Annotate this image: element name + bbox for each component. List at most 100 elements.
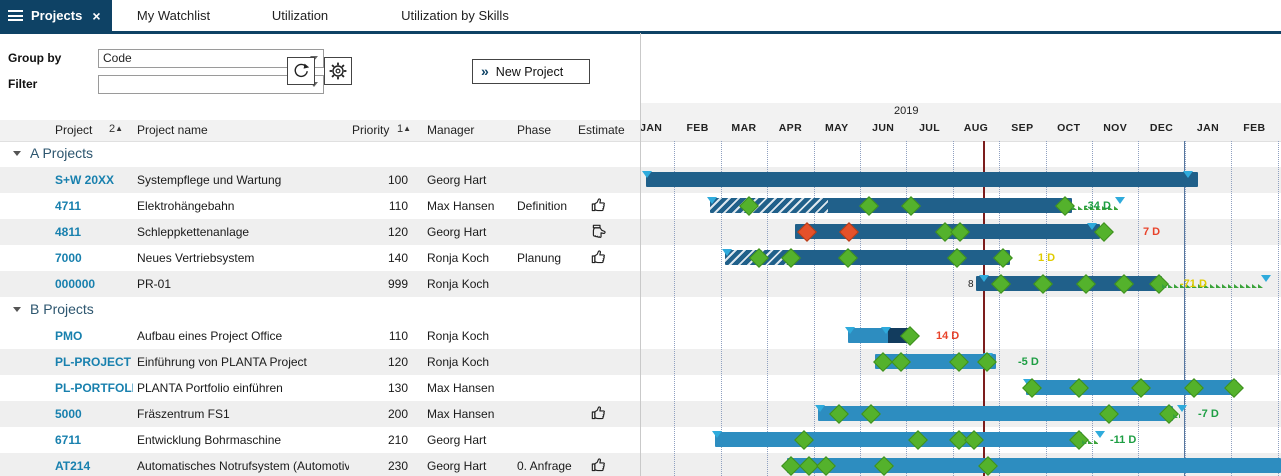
- date-marker-icon: [712, 431, 722, 438]
- project-priority: 999: [340, 277, 408, 291]
- project-code[interactable]: PL-PORTFOLIO: [55, 381, 133, 395]
- month-gridline: [767, 141, 768, 476]
- project-code[interactable]: 4811: [55, 225, 133, 239]
- project-name: Aufbau eines Project Office: [137, 329, 349, 343]
- date-marker-icon: [815, 405, 825, 412]
- planned-hatch-section: [710, 198, 828, 213]
- project-manager: Max Hansen: [427, 199, 515, 213]
- project-manager: Ronja Koch: [427, 329, 515, 343]
- project-name: Schleppkettenanlage: [137, 225, 349, 239]
- project-manager: Ronja Koch: [427, 251, 515, 265]
- group-label: A Projects: [30, 145, 93, 161]
- month-gridline: [814, 141, 815, 476]
- gantt-bar-4711[interactable]: [710, 198, 1072, 213]
- month-gridline: [1092, 141, 1093, 476]
- buffer-days-label: -5 D: [1018, 356, 1039, 368]
- project-manager: Max Hansen: [427, 381, 515, 395]
- date-marker-icon: [845, 327, 855, 334]
- buffer-days-label: 14 D: [936, 330, 959, 342]
- project-priority: 120: [340, 225, 408, 239]
- month-gridline: [953, 141, 954, 476]
- project-manager: Max Hansen: [427, 407, 515, 421]
- month-gridline: [1138, 141, 1139, 476]
- project-name: Entwicklung Bohrmaschine: [137, 433, 349, 447]
- gantt-bar-AT214[interactable]: [787, 458, 1281, 473]
- project-name: PLANTA Portfolio einführen: [137, 381, 349, 395]
- chevron-down-icon[interactable]: [13, 307, 21, 312]
- project-code[interactable]: AT214: [55, 459, 133, 473]
- buffer-days-label: 1 D: [1038, 252, 1055, 264]
- project-code[interactable]: PMO: [55, 329, 133, 343]
- project-manager: Georg Hart: [427, 459, 515, 473]
- project-priority: 210: [340, 433, 408, 447]
- thumbs-up-icon[interactable]: [590, 197, 610, 215]
- project-name: Einführung von PLANTA Project: [137, 355, 349, 369]
- project-phase: Planung: [517, 251, 581, 265]
- thumbs-up-icon[interactable]: [590, 249, 610, 267]
- buffer-days-label: -71 D: [1180, 278, 1207, 290]
- date-marker-icon: [707, 197, 717, 204]
- buffer-days-label: -34 D: [1084, 200, 1111, 212]
- buffer-days-label: -7 D: [1198, 408, 1219, 420]
- month-gridline: [906, 141, 907, 476]
- project-code[interactable]: 6711: [55, 433, 133, 447]
- project-priority: 200: [340, 407, 408, 421]
- project-manager: Ronja Koch: [427, 355, 515, 369]
- month-gridline: [1231, 141, 1232, 476]
- date-marker-icon: [722, 249, 732, 256]
- project-manager: Georg Hart: [427, 433, 515, 447]
- month-gridline: [1278, 141, 1279, 476]
- date-marker-icon: [642, 171, 652, 178]
- project-manager: Georg Hart: [427, 173, 515, 187]
- project-name: Systempflege und Wartung: [137, 173, 349, 187]
- project-code[interactable]: PL-PROJECT: [55, 355, 133, 369]
- project-priority: 110: [340, 329, 408, 343]
- month-gridline: [860, 141, 861, 476]
- gantt-chart-area: -34 D 7 D 1 D 8 -71 D 14 D -5 D -7 D -11 D: [641, 141, 1281, 476]
- project-code[interactable]: 000000: [55, 277, 133, 291]
- thumbs-neutral-icon[interactable]: [590, 223, 610, 241]
- project-code[interactable]: S+W 20XX: [55, 173, 133, 187]
- project-code[interactable]: 5000: [55, 407, 133, 421]
- buffer-days-label: 7 D: [1143, 226, 1160, 238]
- project-code[interactable]: 4711: [55, 199, 133, 213]
- group-label: B Projects: [30, 301, 94, 317]
- bar-prefix-label: 8: [968, 279, 974, 290]
- buffer-days-label: -11 D: [1110, 434, 1136, 446]
- month-gridline: [999, 141, 1000, 476]
- project-priority: 140: [340, 251, 408, 265]
- end-date-marker-icon: [1177, 405, 1187, 412]
- end-date-marker-icon: [1261, 275, 1271, 282]
- project-name: Elektrohängebahn: [137, 199, 349, 213]
- month-gridline: [1046, 141, 1047, 476]
- date-marker-icon: [881, 327, 891, 334]
- end-date-marker-icon: [1115, 197, 1125, 204]
- month-gridline: [721, 141, 722, 476]
- project-manager: Ronja Koch: [427, 277, 515, 291]
- project-priority: 130: [340, 381, 408, 395]
- gantt-bar-S+W 20XX[interactable]: [646, 172, 1198, 187]
- month-gridline: [674, 141, 675, 476]
- date-marker-icon: [1183, 171, 1193, 178]
- year-start-line: [1184, 141, 1185, 476]
- thumbs-up-icon[interactable]: [590, 457, 610, 475]
- project-name: Fräszentrum FS1: [137, 407, 349, 421]
- project-phase: Definition: [517, 199, 581, 213]
- gantt-bar-6711[interactable]: [715, 432, 1082, 447]
- project-code[interactable]: 7000: [55, 251, 133, 265]
- project-phase: 0. Anfrage: [517, 459, 581, 473]
- project-priority: 110: [340, 199, 408, 213]
- end-date-marker-icon: [1095, 431, 1105, 438]
- project-priority: 120: [340, 355, 408, 369]
- project-manager: Georg Hart: [427, 225, 515, 239]
- thumbs-up-icon[interactable]: [590, 405, 610, 423]
- today-line: [983, 141, 985, 476]
- date-marker-icon: [979, 275, 989, 282]
- delay-chevrons-icon: [1162, 279, 1264, 288]
- planta-project-window: Projects × My Watchlist Utilization Util…: [0, 0, 1281, 476]
- project-name: Automatisches Notrufsystem (Automotive): [137, 459, 349, 473]
- panel-divider: [640, 33, 641, 476]
- project-name: Neues Vertriebsystem: [137, 251, 349, 265]
- chevron-down-icon[interactable]: [13, 151, 21, 156]
- project-name: PR-01: [137, 277, 349, 291]
